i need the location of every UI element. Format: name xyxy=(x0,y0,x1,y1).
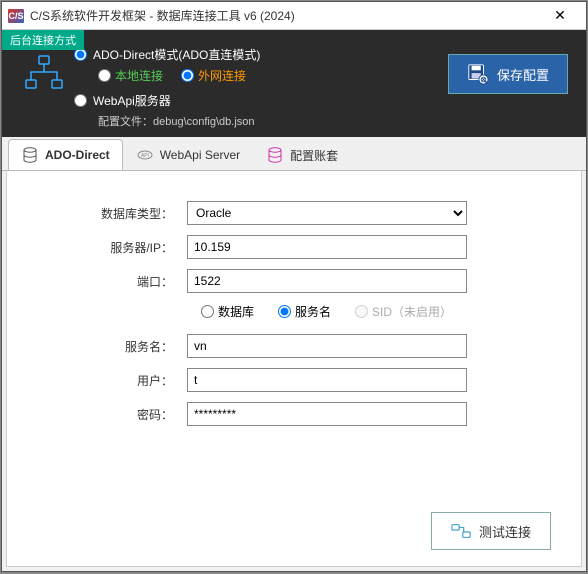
svg-text:API: API xyxy=(141,153,149,159)
webapi-label: WebApi服务器 xyxy=(93,92,171,109)
config-path: debug\config\db.json xyxy=(153,116,255,128)
save-button-label: 保存配置 xyxy=(497,65,549,84)
sid-mode-radio-row: SID（未启用） xyxy=(355,303,452,320)
close-button[interactable]: ✕ xyxy=(540,4,580,28)
app-icon: C/S xyxy=(8,9,24,23)
password-input[interactable] xyxy=(187,402,467,426)
ado-direct-label: ADO-Direct模式(ADO直连模式) xyxy=(93,46,260,63)
server-input[interactable] xyxy=(187,235,467,259)
dbtype-select[interactable]: Oracle xyxy=(187,201,467,225)
save-icon xyxy=(467,63,489,85)
save-config-button[interactable]: 保存配置 xyxy=(448,54,568,94)
sid-mode-radio xyxy=(355,305,368,318)
connection-icon xyxy=(451,522,471,540)
port-input[interactable] xyxy=(187,269,467,293)
tab-webapi-server[interactable]: API WebApi Server xyxy=(123,139,253,170)
tab-ado-label: ADO-Direct xyxy=(45,148,110,162)
database-icon xyxy=(21,146,39,164)
config-prefix: 配置文件： xyxy=(98,116,153,128)
db-mode-radio-row[interactable]: 数据库 xyxy=(201,303,254,320)
network-icon xyxy=(14,46,74,129)
local-connection-label: 本地连接 xyxy=(115,67,163,84)
service-mode-radio-row[interactable]: 服务名 xyxy=(278,303,331,320)
dbtype-label: 数据库类型： xyxy=(37,205,187,222)
port-label: 端口： xyxy=(37,273,187,290)
service-input[interactable] xyxy=(187,334,467,358)
tab-account-config[interactable]: 配置账套 xyxy=(253,139,351,170)
webapi-radio[interactable] xyxy=(74,94,87,107)
local-connection-radio-row[interactable]: 本地连接 xyxy=(98,67,163,84)
db-mode-label: 数据库 xyxy=(218,303,254,320)
user-label: 用户： xyxy=(37,372,187,389)
external-connection-radio[interactable] xyxy=(181,69,194,82)
service-mode-radio[interactable] xyxy=(278,305,291,318)
service-mode-label: 服务名 xyxy=(295,303,331,320)
titlebar: C/S C/S系统软件开发框架 - 数据库连接工具 v6 (2024) ✕ xyxy=(2,2,586,30)
external-connection-radio-row[interactable]: 外网连接 xyxy=(181,67,246,84)
form-panel: 数据库类型： Oracle 服务器/IP： 端口： 数据库 服务名 SI xyxy=(6,171,582,567)
service-label: 服务名： xyxy=(37,338,187,355)
db-mode-radio[interactable] xyxy=(201,305,214,318)
external-connection-label: 外网连接 xyxy=(198,67,246,84)
connection-mode-panel: 后台连接方式 ADO-Direct模式(ADO直连模式) xyxy=(2,30,586,137)
test-button-label: 测试连接 xyxy=(479,522,531,541)
config-file-line: 配置文件：debug\config\db.json xyxy=(98,113,574,129)
local-connection-radio[interactable] xyxy=(98,69,111,82)
webapi-radio-row: WebApi服务器 xyxy=(74,92,574,109)
window-title: C/S系统软件开发框架 - 数据库连接工具 v6 (2024) xyxy=(30,7,540,24)
tab-bar: ADO-Direct API WebApi Server 配置账套 xyxy=(2,139,586,171)
user-input[interactable] xyxy=(187,368,467,392)
api-icon: API xyxy=(136,146,154,164)
test-connection-button[interactable]: 测试连接 xyxy=(431,512,551,550)
tab-ado-direct[interactable]: ADO-Direct xyxy=(8,139,123,170)
sid-mode-label: SID（未启用） xyxy=(372,303,452,320)
account-db-icon xyxy=(266,146,284,164)
tab-account-label: 配置账套 xyxy=(290,147,338,164)
server-label: 服务器/IP： xyxy=(37,239,187,256)
password-label: 密码： xyxy=(37,406,187,423)
tab-webapi-label: WebApi Server xyxy=(160,148,240,162)
window: C/S C/S系统软件开发框架 - 数据库连接工具 v6 (2024) ✕ 后台… xyxy=(1,1,587,572)
panel-badge: 后台连接方式 xyxy=(2,30,84,50)
